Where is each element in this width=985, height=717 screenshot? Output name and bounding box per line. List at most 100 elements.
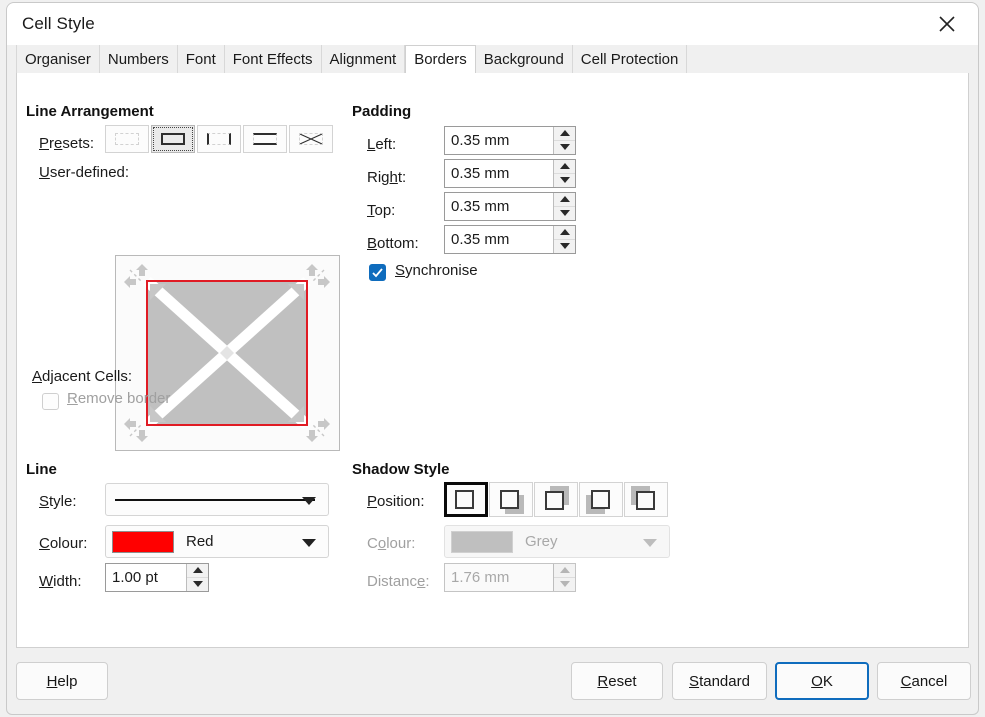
padding-top-stepper[interactable]: 0.35 mm	[444, 192, 576, 221]
line-colour-swatch	[112, 530, 174, 553]
tab-organiser[interactable]: Organiser	[16, 45, 100, 73]
preset-left-right-borders[interactable]	[197, 125, 241, 153]
line-colour-value: Red	[186, 533, 214, 550]
line-width-label: Width:	[39, 573, 82, 590]
cell-style-dialog: Cell Style Organiser Numbers Font Font E…	[6, 2, 979, 715]
page-title: Cell Style	[22, 14, 95, 33]
shadow-position-no-shadow[interactable]	[444, 482, 488, 517]
border-preview-graphic	[124, 264, 330, 442]
synchronise-checkbox[interactable]	[369, 264, 386, 281]
user-defined-label: User-defined:	[39, 164, 130, 181]
tab-bar: Organiser Numbers Font Font Effects Alig…	[7, 45, 978, 73]
cancel-label: Cancel	[900, 672, 948, 690]
padding-bottom-value: 0.35 mm	[451, 231, 510, 248]
line-width-increment[interactable]	[187, 564, 208, 578]
remove-border-label: Remove border	[67, 390, 171, 407]
padding-left-value: 0.35 mm	[451, 132, 510, 149]
line-style-dropdown[interactable]	[105, 483, 329, 516]
padding-right-increment[interactable]	[554, 160, 575, 174]
shadow-distance-decrement[interactable]	[554, 578, 575, 592]
help-label: Help	[46, 672, 78, 690]
line-width-stepper[interactable]: 1.00 pt	[105, 563, 209, 592]
cancel-button[interactable]: Cancel	[877, 662, 971, 700]
tab-borders[interactable]: Borders	[405, 45, 476, 73]
padding-left-increment[interactable]	[554, 127, 575, 141]
padding-title: Padding	[352, 103, 412, 120]
chevron-down-icon	[302, 496, 316, 505]
standard-label: Standard	[689, 672, 750, 690]
padding-top-label: Top:	[367, 202, 396, 219]
shadow-position-top-right[interactable]	[534, 482, 578, 517]
line-group-title: Line	[26, 461, 57, 478]
tab-label: Font Effects	[232, 50, 313, 68]
line-colour-dropdown[interactable]: Red	[105, 525, 329, 558]
shadow-colour-value: Grey	[525, 533, 558, 550]
padding-bottom-increment[interactable]	[554, 226, 575, 240]
padding-top-value: 0.35 mm	[451, 198, 510, 215]
shadow-distance-increment[interactable]	[554, 564, 575, 578]
tab-label: Organiser	[25, 50, 91, 68]
remove-border-checkbox[interactable]	[42, 393, 59, 410]
borders-panel: Line Arrangement Presets: User-defined:	[16, 73, 969, 648]
preset-box-outline[interactable]	[151, 125, 195, 153]
shadow-position-label: Position:	[367, 493, 425, 510]
line-width-decrement[interactable]	[187, 578, 208, 592]
presets-label: Presets:	[39, 135, 95, 152]
shadow-distance-value: 1.76 mm	[451, 569, 510, 586]
tab-alignment[interactable]: Alignment	[321, 45, 406, 73]
help-button[interactable]: Help	[16, 662, 108, 700]
preset-top-bottom-borders[interactable]	[243, 125, 287, 153]
tab-label: Font	[185, 50, 216, 68]
shadow-distance-label: Distance:	[367, 573, 430, 590]
padding-right-label: Right:	[367, 169, 407, 186]
line-style-label: Style:	[39, 493, 77, 510]
close-icon[interactable]	[924, 5, 970, 43]
standard-button[interactable]: Standard	[672, 662, 767, 700]
padding-bottom-label: Bottom:	[367, 235, 419, 252]
chevron-down-icon	[302, 538, 316, 547]
padding-right-decrement[interactable]	[554, 174, 575, 188]
dialog-footer: Help Reset Standard OK Cancel	[7, 648, 978, 714]
tab-label: Alignment	[329, 50, 397, 68]
shadow-distance-stepper[interactable]: 1.76 mm	[444, 563, 576, 592]
user-defined-border-preview[interactable]	[115, 255, 340, 451]
tab-label: Borders	[414, 51, 467, 68]
padding-top-increment[interactable]	[554, 193, 575, 207]
padding-left-stepper[interactable]: 0.35 mm	[444, 126, 576, 155]
shadow-position-bottom-right[interactable]	[489, 482, 533, 517]
padding-bottom-decrement[interactable]	[554, 240, 575, 254]
tab-font[interactable]: Font	[177, 45, 225, 73]
tab-background[interactable]: Background	[475, 45, 573, 73]
tab-font-effects[interactable]: Font Effects	[224, 45, 322, 73]
tab-label: Numbers	[107, 50, 169, 68]
synchronise-label: Synchronise	[395, 262, 478, 279]
tab-cell-protection[interactable]: Cell Protection	[572, 45, 688, 73]
adjacent-cells-label: Adjacent Cells:	[32, 368, 133, 385]
padding-left-label: Left:	[367, 136, 397, 153]
line-width-value: 1.00 pt	[112, 569, 158, 586]
tab-numbers[interactable]: Numbers	[99, 45, 178, 73]
chevron-down-icon	[643, 538, 657, 547]
shadow-style-title: Shadow Style	[352, 461, 450, 478]
padding-bottom-stepper[interactable]: 0.35 mm	[444, 225, 576, 254]
shadow-colour-label: Colour:	[367, 535, 416, 552]
padding-top-decrement[interactable]	[554, 207, 575, 221]
padding-right-value: 0.35 mm	[451, 165, 510, 182]
reset-button[interactable]: Reset	[571, 662, 663, 700]
line-colour-label: Colour:	[39, 535, 88, 552]
line-style-preview	[115, 498, 315, 501]
tab-label: Cell Protection	[580, 50, 679, 68]
shadow-colour-dropdown[interactable]: Grey	[444, 525, 670, 558]
line-arrangement-title: Line Arrangement	[26, 103, 154, 120]
shadow-position-top-left[interactable]	[624, 482, 668, 517]
shadow-position-bottom-left[interactable]	[579, 482, 623, 517]
reset-label: Reset	[597, 672, 637, 690]
shadow-colour-swatch	[451, 530, 513, 553]
padding-left-decrement[interactable]	[554, 141, 575, 155]
preset-box-with-diagonals[interactable]	[289, 125, 333, 153]
title-bar: Cell Style	[7, 3, 978, 45]
ok-label: OK	[811, 672, 833, 690]
ok-button[interactable]: OK	[775, 662, 869, 700]
preset-no-borders[interactable]	[105, 125, 149, 153]
padding-right-stepper[interactable]: 0.35 mm	[444, 159, 576, 188]
